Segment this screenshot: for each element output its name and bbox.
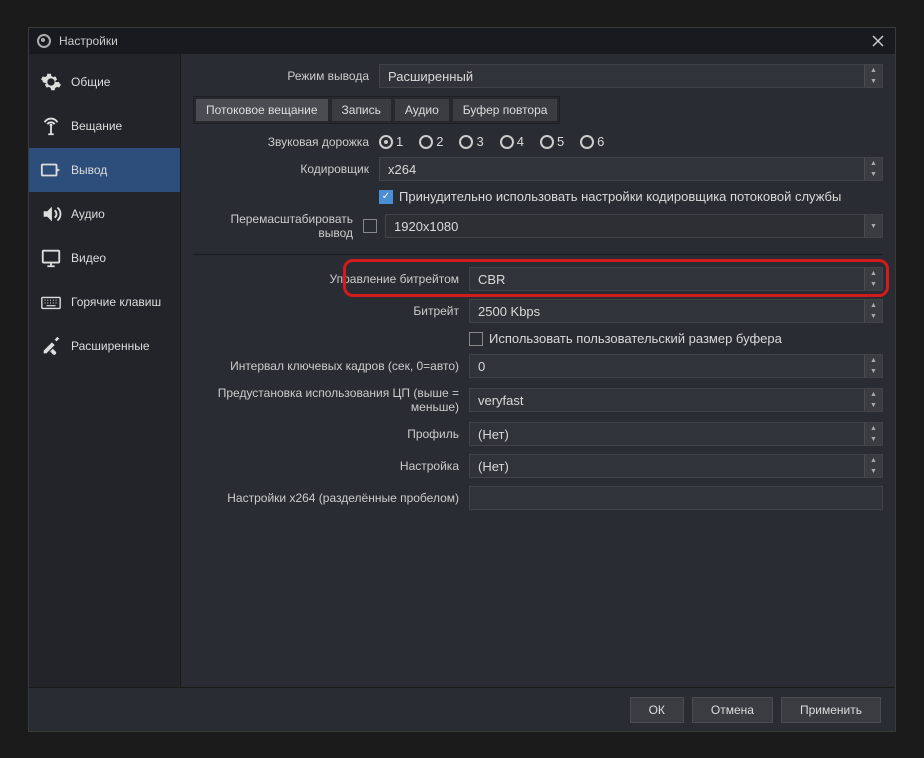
select-value: CBR [478, 272, 505, 287]
spin-buttons[interactable]: ▲▼ [864, 355, 882, 377]
dropdown-icon[interactable]: ▼ [864, 215, 882, 237]
spin-buttons[interactable]: ▲▼ [864, 65, 882, 87]
input-value: 0 [478, 359, 485, 374]
window-title: Настройки [59, 34, 118, 48]
main-panel: Режим вывода Расширенный ▲▼ Потоковое вещ… [181, 54, 895, 687]
audio-track-group: 1 2 3 4 5 6 [379, 134, 883, 149]
encoder-select[interactable]: x264 ▲▼ [379, 157, 883, 181]
x264opts-input[interactable] [469, 486, 883, 510]
radio-track-4[interactable]: 4 [500, 134, 524, 149]
tools-icon [39, 334, 63, 358]
output-tabs: Потоковое вещание Запись Аудио Буфер пов… [193, 96, 560, 124]
profile-select[interactable]: (Нет) ▲▼ [469, 422, 883, 446]
keyboard-icon [39, 290, 63, 314]
tab-streaming[interactable]: Потоковое вещание [196, 99, 328, 121]
antenna-icon [39, 114, 63, 138]
dialog-buttons: ОК Отмена Применить [29, 687, 895, 731]
sidebar-item-general[interactable]: Общие [29, 60, 180, 104]
output-mode-select[interactable]: Расширенный ▲▼ [379, 64, 883, 88]
bitrate-label: Битрейт [193, 304, 469, 318]
enforce-checkbox[interactable]: ✓ [379, 190, 393, 204]
tune-select[interactable]: (Нет) ▲▼ [469, 454, 883, 478]
ok-button[interactable]: ОК [630, 697, 684, 723]
keyframe-input[interactable]: 0 ▲▼ [469, 354, 883, 378]
select-value: Расширенный [388, 69, 473, 84]
custom-buffer-checkbox[interactable] [469, 332, 483, 346]
x264opts-label: Настройки x264 (разделённые пробелом) [193, 491, 469, 505]
separator [193, 254, 883, 255]
sidebar-item-advanced[interactable]: Расширенные [29, 324, 180, 368]
sidebar: Общие Вещание Вывод Аудио Видео Горячие … [29, 54, 181, 687]
select-value: (Нет) [478, 427, 509, 442]
output-mode-label: Режим вывода [193, 69, 379, 83]
radio-icon [500, 135, 514, 149]
spin-buttons[interactable]: ▲▼ [864, 268, 882, 290]
sidebar-item-label: Горячие клавиш [71, 295, 161, 309]
input-value: 2500 Kbps [478, 304, 540, 319]
radio-track-6[interactable]: 6 [580, 134, 604, 149]
sidebar-item-label: Общие [71, 75, 110, 89]
apply-button[interactable]: Применить [781, 697, 881, 723]
rate-control-select[interactable]: CBR ▲▼ [469, 267, 883, 291]
spin-buttons[interactable]: ▲▼ [864, 158, 882, 180]
close-button[interactable] [869, 32, 887, 50]
tab-replay[interactable]: Буфер повтора [453, 99, 558, 121]
titlebar: Настройки [29, 28, 895, 54]
gear-icon [39, 70, 63, 94]
sidebar-item-output[interactable]: Вывод [29, 148, 180, 192]
bitrate-input[interactable]: 2500 Kbps ▲▼ [469, 299, 883, 323]
spin-buttons[interactable]: ▲▼ [864, 455, 882, 477]
spin-buttons[interactable]: ▲▼ [864, 423, 882, 445]
sidebar-item-video[interactable]: Видео [29, 236, 180, 280]
cpu-preset-label: Предустановка использования ЦП (выше = м… [193, 386, 469, 414]
keyframe-label: Интервал ключевых кадров (сек, 0=авто) [193, 359, 469, 373]
radio-track-3[interactable]: 3 [459, 134, 483, 149]
sidebar-item-label: Аудио [71, 207, 105, 221]
output-icon [39, 158, 63, 182]
encoder-label: Кодировщик [193, 162, 379, 176]
select-value: (Нет) [478, 459, 509, 474]
rescale-select[interactable]: 1920x1080 ▼ [385, 214, 883, 238]
enforce-label: Принудительно использовать настройки код… [399, 189, 841, 204]
tab-recording[interactable]: Запись [332, 99, 391, 121]
app-logo-icon [37, 34, 51, 48]
radio-track-1[interactable]: 1 [379, 134, 403, 149]
rescale-label: Перемасштабировать вывод [193, 212, 363, 240]
custom-buffer-label: Использовать пользовательский размер буф… [489, 331, 782, 346]
cpu-preset-select[interactable]: veryfast ▲▼ [469, 388, 883, 412]
radio-track-5[interactable]: 5 [540, 134, 564, 149]
sidebar-item-label: Расширенные [71, 339, 150, 353]
select-value: x264 [388, 162, 416, 177]
tab-audio[interactable]: Аудио [395, 99, 449, 121]
radio-track-2[interactable]: 2 [419, 134, 443, 149]
select-value: veryfast [478, 393, 524, 408]
spin-buttons[interactable]: ▲▼ [864, 300, 882, 322]
sidebar-item-hotkeys[interactable]: Горячие клавиш [29, 280, 180, 324]
rate-control-label: Управление битрейтом [193, 272, 469, 286]
sidebar-item-label: Вещание [71, 119, 122, 133]
profile-label: Профиль [193, 427, 469, 441]
spin-buttons[interactable]: ▲▼ [864, 389, 882, 411]
sidebar-item-label: Вывод [71, 163, 107, 177]
speaker-icon [39, 202, 63, 226]
audio-track-label: Звуковая дорожка [193, 135, 379, 149]
rescale-checkbox[interactable] [363, 219, 377, 233]
sidebar-item-audio[interactable]: Аудио [29, 192, 180, 236]
sidebar-item-label: Видео [71, 251, 106, 265]
cancel-button[interactable]: Отмена [692, 697, 773, 723]
radio-icon [379, 135, 393, 149]
radio-icon [419, 135, 433, 149]
radio-icon [580, 135, 594, 149]
tune-label: Настройка [193, 459, 469, 473]
radio-icon [459, 135, 473, 149]
radio-icon [540, 135, 554, 149]
monitor-icon [39, 246, 63, 270]
select-value: 1920x1080 [394, 219, 458, 234]
sidebar-item-stream[interactable]: Вещание [29, 104, 180, 148]
